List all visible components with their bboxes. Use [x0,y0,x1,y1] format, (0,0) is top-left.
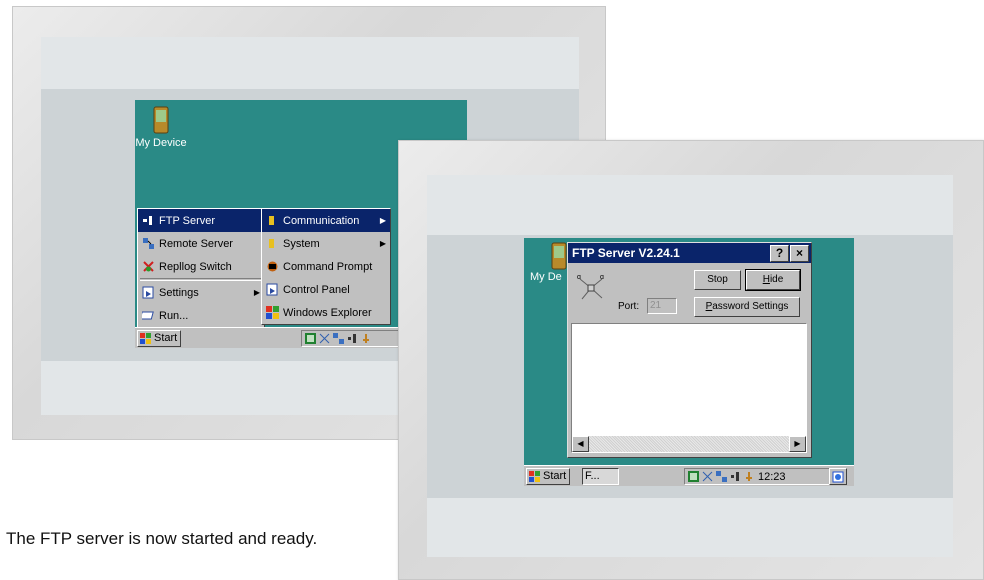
submenu-item-label: System [283,237,320,250]
run-icon [139,309,155,322]
hide-button[interactable]: Hide [745,269,801,291]
start-menu: FTP Server Remote Server Repllog Switch … [137,208,265,328]
my-device-label: My De [530,271,562,283]
network-status-icon: ɑ ɑ [577,274,604,300]
log-listbox[interactable]: ◀ ▶ [571,323,807,453]
svg-text:ɑ: ɑ [577,274,581,281]
hide-rest: ide [769,274,784,285]
scroll-right-icon: ▶ [794,439,801,448]
menu-item-label: Remote Server [159,237,233,250]
remote-server-icon[interactable] [716,471,727,482]
menu-item-label: Settings [159,286,199,299]
my-device-icon[interactable]: My De [530,242,570,283]
folder-icon [266,237,279,250]
keyboard-icon[interactable] [688,471,699,482]
help-icon: ? [775,246,784,260]
windows-flag-icon [529,471,541,482]
submenu-arrow-icon: ▶ [379,239,386,248]
network-icon[interactable] [319,333,330,344]
desktop-button[interactable] [829,468,847,485]
menu-item-label: Run... [159,309,189,322]
scroll-left-icon: ◀ [577,439,584,448]
usb-icon[interactable] [361,333,372,344]
right-taskbar: Start F... 12:23 [524,465,854,486]
submenu-item-system[interactable]: System ▶ [262,232,390,255]
repllog-switch-icon [142,260,155,273]
close-button[interactable]: × [790,245,809,262]
help-button[interactable]: ? [770,245,789,262]
my-device-icon[interactable]: My Device [135,106,187,149]
start-label: Start [543,470,567,482]
window-title: FTP Server V2.24.1 [572,246,680,260]
usb-icon[interactable] [744,471,755,482]
menu-item-remote-server[interactable]: Remote Server [138,232,264,255]
ftp-server-icon[interactable] [347,333,358,344]
ftp-server-icon [142,214,155,227]
clock: 12:23 [758,470,786,483]
menu-item-settings[interactable]: Settings ▶ [138,281,264,304]
left-device-top-band [41,37,579,89]
scroll-right-button[interactable]: ▶ [789,436,806,452]
settings-icon [142,286,155,299]
menu-item-run[interactable]: Run... [138,304,264,327]
command-prompt-icon [266,260,279,273]
ftp-server-window: FTP Server V2.24.1 ? × ɑ ɑ Stop Hide Por… [567,242,812,458]
menu-item-label: Repllog Switch [159,260,232,273]
close-icon: × [795,246,803,260]
submenu-item-label: Communication [283,214,360,227]
menu-item-ftp-server[interactable]: FTP Server [138,209,264,232]
ftp-task-button[interactable]: F... [582,468,619,485]
port-label: Port: [618,301,640,312]
password-settings-button[interactable]: Password Settings [694,297,800,317]
submenu-item-windows-explorer[interactable]: Windows Explorer [262,301,390,324]
menu-item-label: FTP Server [159,214,216,227]
system-tray: 12:23 [684,468,832,485]
remote-server-icon[interactable] [333,333,344,344]
start-button[interactable]: Start [526,468,571,485]
control-panel-icon [266,283,279,296]
windows-flag-icon [140,333,152,344]
show-desktop-icon [832,471,844,482]
programs-submenu: Communication ▶ System ▶ Command Prompt … [261,208,391,325]
submenu-arrow-icon: ▶ [379,216,386,225]
ftp-server-icon[interactable] [730,471,741,482]
remote-server-icon [142,237,155,250]
right-device-bottom-band [427,498,953,557]
port-input[interactable]: 21 [647,298,677,314]
window-title-bar[interactable]: FTP Server V2.24.1 ? × [568,243,811,263]
handheld-device-icon [551,242,567,270]
handheld-device-icon [153,106,169,134]
task-button-label: F... [585,470,600,482]
folder-icon [266,214,279,227]
caption-text: The FTP server is now started and ready. [6,529,318,548]
keyboard-icon[interactable] [305,333,316,344]
menu-item-repllog-switch[interactable]: Repllog Switch [138,255,264,278]
submenu-item-communication[interactable]: Communication ▶ [262,209,390,232]
password-rest: assword Settings [712,301,789,312]
stop-button[interactable]: Stop [694,270,741,290]
stop-label: Stop [707,274,728,285]
submenu-item-command-prompt[interactable]: Command Prompt [262,255,390,278]
svg-text:ɑ: ɑ [600,274,604,281]
port-value: 21 [650,300,662,311]
submenu-item-label: Control Panel [283,283,350,296]
right-screen: My De FTP Server V2.24.1 ? × ɑ ɑ Stop Hi… [524,238,854,486]
windows-explorer-icon [266,306,279,319]
submenu-arrow-icon: ▶ [253,288,260,297]
submenu-item-control-panel[interactable]: Control Panel [262,278,390,301]
start-label: Start [154,332,178,344]
my-device-label: My Device [135,137,187,149]
start-button[interactable]: Start [137,330,182,347]
scroll-left-button[interactable]: ◀ [572,436,589,452]
hide-mnemonic: H [762,274,770,285]
submenu-item-label: Windows Explorer [283,306,372,319]
network-icon[interactable] [702,471,713,482]
right-device-top-band [427,175,953,235]
horizontal-scrollbar[interactable]: ◀ ▶ [572,436,806,452]
submenu-item-label: Command Prompt [283,260,373,273]
